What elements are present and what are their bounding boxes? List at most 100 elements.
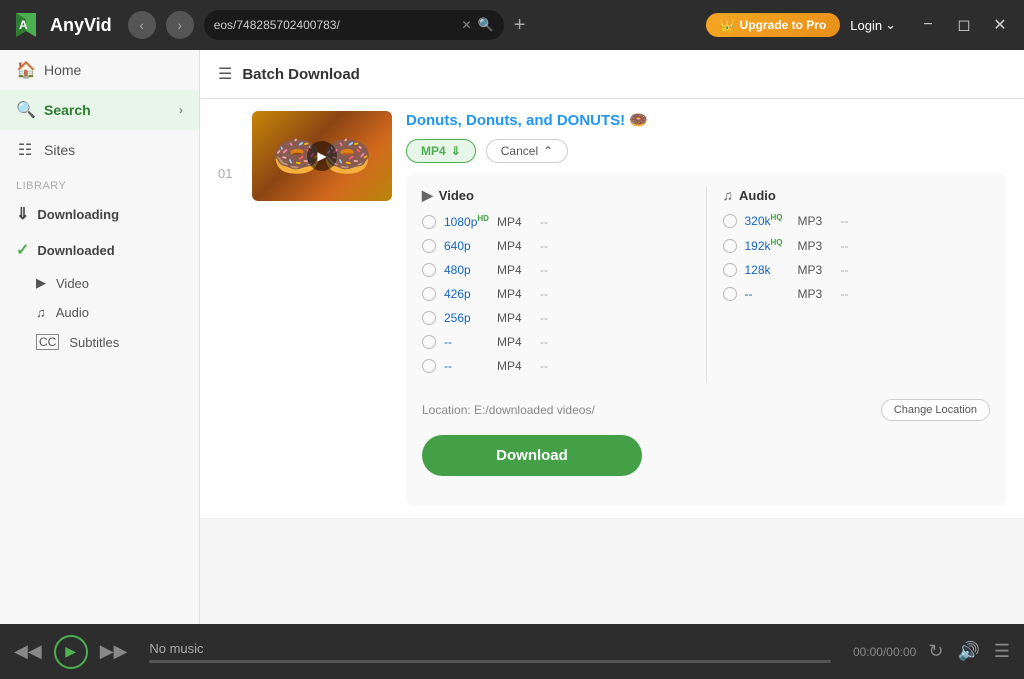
music-info: No music bbox=[149, 641, 831, 663]
video-col-header: ▶ Video bbox=[422, 187, 690, 204]
format-radio-192[interactable] bbox=[723, 239, 737, 253]
skip-forward-button[interactable]: ▶▶ bbox=[100, 641, 128, 662]
format-radio-320[interactable] bbox=[723, 214, 737, 228]
maximize-button[interactable]: ◻ bbox=[950, 11, 978, 39]
sidebar-item-downloading[interactable]: ⇓ Downloading bbox=[0, 196, 199, 232]
close-tab-icon[interactable]: ✕ bbox=[461, 18, 471, 32]
home-icon: 🏠 bbox=[16, 60, 34, 80]
close-button[interactable]: ✕ bbox=[986, 11, 1014, 39]
change-location-button[interactable]: Change Location bbox=[881, 399, 990, 421]
batch-icon: ☰ bbox=[218, 64, 232, 84]
format-radio-1080[interactable] bbox=[422, 215, 436, 229]
sidebar-item-home[interactable]: 🏠 Home bbox=[0, 50, 199, 90]
cancel-button[interactable]: Cancel ⌃ bbox=[486, 139, 568, 163]
format-panel: ▶ Video 1080pHD MP4 -- bbox=[406, 173, 1006, 506]
title-bar: A AnyVid ‹ › eos/748285702400783/ ✕ 🔍 + … bbox=[0, 0, 1024, 50]
audio-col-header: ♫ Audio bbox=[723, 187, 991, 203]
content-area: ☰ Batch Download 01 🍩🍩 ▶ Donuts, Donuts,… bbox=[200, 50, 1024, 624]
sites-icon: ☷ bbox=[16, 140, 34, 160]
playlist-button[interactable]: ☰ bbox=[994, 641, 1010, 662]
progress-bar[interactable] bbox=[149, 660, 831, 663]
location-path: Location: E:/downloaded videos/ bbox=[422, 403, 595, 417]
app-name: AnyVid bbox=[50, 15, 112, 36]
video-item: 01 🍩🍩 ▶ Donuts, Donuts, and DONUTS! 🍩 MP… bbox=[200, 99, 1024, 519]
chevron-down-icon: ⌄ bbox=[885, 17, 896, 33]
format-row: -- MP3 -- bbox=[723, 287, 991, 301]
search-icon: 🔍 bbox=[16, 100, 34, 120]
format-radio-640[interactable] bbox=[422, 239, 436, 253]
video-thumbnail[interactable]: 🍩🍩 ▶ bbox=[252, 111, 392, 201]
skip-back-button[interactable]: ◀◀ bbox=[14, 641, 42, 662]
url-bar[interactable]: eos/748285702400783/ ✕ 🔍 bbox=[204, 10, 504, 40]
format-row: 192kHQ MP3 -- bbox=[723, 238, 991, 253]
format-row: -- MP4 -- bbox=[422, 359, 690, 373]
format-row: -- MP4 -- bbox=[422, 335, 690, 349]
download-button[interactable]: Download bbox=[422, 435, 642, 476]
format-radio-426[interactable] bbox=[422, 287, 436, 301]
format-radio-v7[interactable] bbox=[422, 359, 436, 373]
sidebar-item-search[interactable]: 🔍 Search › bbox=[0, 90, 199, 130]
scroll-content[interactable]: 01 🍩🍩 ▶ Donuts, Donuts, and DONUTS! 🍩 MP… bbox=[200, 99, 1024, 624]
chevron-right-icon: › bbox=[179, 103, 183, 117]
download-icon: ⇓ bbox=[451, 144, 461, 158]
track-title: No music bbox=[149, 641, 831, 656]
sidebar-item-subtitles[interactable]: CC Subtitles bbox=[0, 327, 199, 357]
url-text: eos/748285702400783/ bbox=[214, 18, 456, 32]
sidebar-item-sites[interactable]: ☷ Sites bbox=[0, 130, 199, 170]
back-button[interactable]: ‹ bbox=[128, 11, 156, 39]
column-divider bbox=[706, 187, 707, 383]
item-actions: MP4 ⇓ Cancel ⌃ bbox=[406, 139, 1006, 163]
location-row: Location: E:/downloaded videos/ Change L… bbox=[422, 387, 990, 431]
audio-icon: ♫ bbox=[36, 305, 46, 320]
minimize-button[interactable]: − bbox=[914, 11, 942, 39]
volume-button[interactable]: 🔊 bbox=[957, 641, 979, 662]
audio-col-icon: ♫ bbox=[723, 187, 734, 203]
audio-format-col: ♫ Audio 320kHQ MP3 -- bbox=[723, 187, 991, 383]
sidebar: 🏠 Home 🔍 Search › ☷ Sites Library ⇓ Down… bbox=[0, 50, 200, 624]
format-row: 640p MP4 -- bbox=[422, 239, 690, 253]
format-row: 1080pHD MP4 -- bbox=[422, 214, 690, 229]
checkmark-icon: ✓ bbox=[16, 240, 29, 260]
svg-text:A: A bbox=[19, 18, 28, 32]
format-radio-a4[interactable] bbox=[723, 287, 737, 301]
crown-icon: 👑 bbox=[720, 18, 735, 32]
format-columns: ▶ Video 1080pHD MP4 -- bbox=[422, 187, 990, 383]
window-controls: − ◻ ✕ bbox=[914, 11, 1014, 39]
item-number: 01 bbox=[218, 111, 238, 181]
video-col-icon: ▶ bbox=[422, 187, 433, 204]
format-row: 426p MP4 -- bbox=[422, 287, 690, 301]
play-overlay[interactable]: ▶ bbox=[307, 141, 337, 171]
item-title: Donuts, Donuts, and DONUTS! 🍩 bbox=[406, 111, 1006, 129]
sidebar-item-video[interactable]: ▶ Video bbox=[0, 268, 199, 298]
control-icons: ↻ 🔊 ☰ bbox=[928, 641, 1010, 662]
time-display: 00:00/00:00 bbox=[853, 645, 916, 659]
logo: A AnyVid bbox=[10, 9, 112, 41]
logo-icon: A bbox=[10, 9, 42, 41]
item-details: Donuts, Donuts, and DONUTS! 🍩 MP4 ⇓ Canc… bbox=[406, 111, 1006, 506]
subtitles-icon: CC bbox=[36, 334, 59, 350]
format-radio-128[interactable] bbox=[723, 263, 737, 277]
main-layout: 🏠 Home 🔍 Search › ☷ Sites Library ⇓ Down… bbox=[0, 50, 1024, 624]
format-radio-256[interactable] bbox=[422, 311, 436, 325]
batch-title: Batch Download bbox=[242, 66, 360, 83]
mp4-button[interactable]: MP4 ⇓ bbox=[406, 139, 476, 163]
repeat-button[interactable]: ↻ bbox=[928, 641, 943, 662]
upgrade-button[interactable]: 👑 Upgrade to Pro bbox=[706, 13, 841, 37]
play-button[interactable]: ▶ bbox=[54, 635, 88, 669]
format-row: 320kHQ MP3 -- bbox=[723, 213, 991, 228]
sidebar-item-audio[interactable]: ♫ Audio bbox=[0, 298, 199, 327]
video-format-col: ▶ Video 1080pHD MP4 -- bbox=[422, 187, 690, 383]
download-button-wrap: Download bbox=[422, 431, 990, 492]
search-icon: 🔍 bbox=[478, 17, 494, 33]
format-row: 128k MP3 -- bbox=[723, 263, 991, 277]
video-icon: ▶ bbox=[36, 275, 46, 291]
sidebar-item-downloaded[interactable]: ✓ Downloaded bbox=[0, 232, 199, 268]
download-arrow-icon: ⇓ bbox=[16, 204, 29, 224]
login-button[interactable]: Login ⌄ bbox=[850, 17, 896, 33]
bottom-bar: ◀◀ ▶ ▶▶ No music 00:00/00:00 ↻ 🔊 ☰ bbox=[0, 624, 1024, 679]
forward-button[interactable]: › bbox=[166, 11, 194, 39]
chevron-up-icon: ⌃ bbox=[543, 144, 553, 158]
add-tab-button[interactable]: + bbox=[514, 14, 526, 37]
format-radio-480[interactable] bbox=[422, 263, 436, 277]
format-radio-v6[interactable] bbox=[422, 335, 436, 349]
